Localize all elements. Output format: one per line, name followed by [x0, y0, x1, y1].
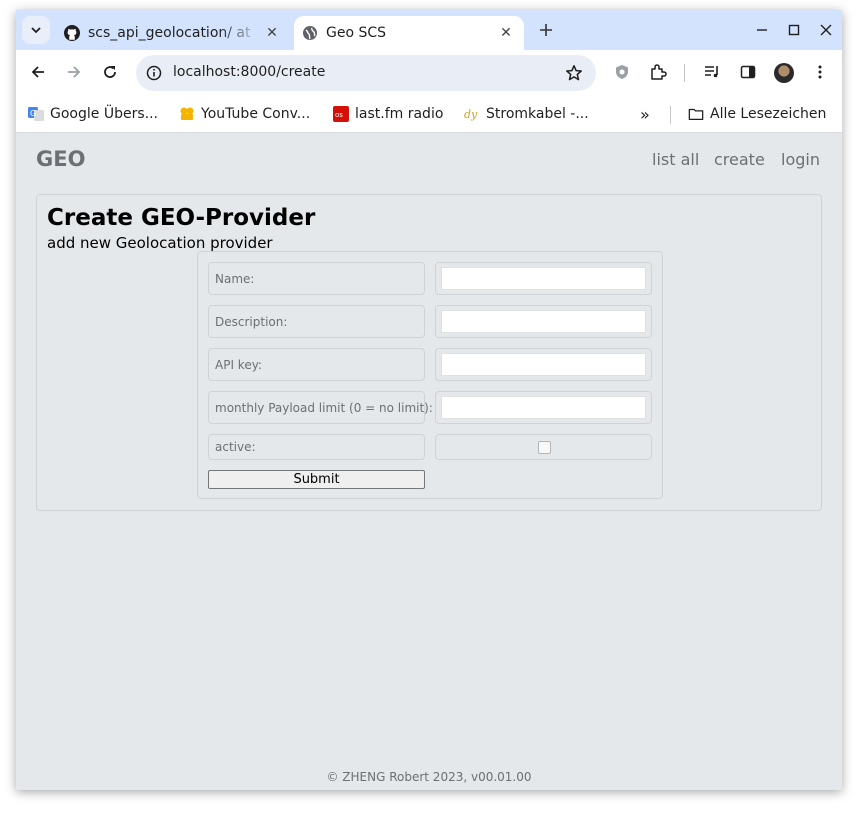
tab-search-button[interactable] — [22, 16, 50, 44]
more-vertical-icon — [818, 65, 822, 79]
tab-close-icon[interactable]: ✕ — [262, 23, 282, 43]
bookmarks-bar: G Google Übers... YouTube Conv... os las… — [16, 96, 842, 133]
profile-avatar[interactable] — [774, 63, 794, 83]
tab-geo-scs[interactable]: Geo SCS ✕ — [294, 16, 524, 50]
tab-title: Geo SCS — [326, 25, 387, 41]
active-label: active: — [208, 434, 425, 460]
site-info-icon[interactable] — [144, 63, 164, 83]
reload-button[interactable] — [100, 62, 120, 82]
name-input[interactable] — [441, 267, 646, 290]
music-queue-icon — [705, 66, 718, 78]
chevron-down-icon — [31, 27, 41, 34]
page-title: Create GEO-Provider — [47, 205, 316, 231]
maximize-icon — [788, 24, 800, 36]
submit-button[interactable]: Submit — [208, 470, 425, 489]
lastfm-icon: os — [333, 106, 349, 122]
active-checkbox[interactable] — [538, 441, 551, 454]
bookmark-youtube-converter[interactable]: YouTube Conv... — [179, 104, 310, 124]
payload-limit-input[interactable] — [441, 396, 646, 419]
description-input[interactable] — [441, 310, 646, 333]
folder-icon — [688, 106, 704, 122]
new-tab-button[interactable] — [536, 20, 556, 40]
toolbar-separator — [684, 64, 685, 82]
name-field-wrapper — [435, 262, 652, 295]
bookmarks-separator — [670, 106, 671, 124]
nav-link-list-all[interactable]: list all — [652, 150, 699, 169]
close-window-button[interactable] — [816, 20, 836, 40]
arrow-right-icon — [68, 66, 81, 78]
bookmarks-overflow-button[interactable]: » — [640, 104, 650, 124]
bookmark-google-translate[interactable]: G Google Übers... — [28, 104, 158, 124]
extensions-button[interactable] — [648, 62, 668, 82]
page-footer: © ZHENG Robert 2023, v00.01.00 — [326, 770, 532, 784]
youtube-converter-icon — [179, 106, 195, 122]
stromkabel-icon: dy — [464, 106, 480, 122]
svg-text:dy: dy — [464, 108, 478, 121]
all-bookmarks-button[interactable]: Alle Lesezeichen — [688, 104, 826, 124]
browser-window: scs_api_geolocation/ at ✕ Geo SCS ✕ loca… — [16, 10, 842, 790]
overflow-chevron-icon: » — [640, 104, 650, 124]
svg-text:G: G — [30, 109, 36, 118]
side-panel-button[interactable] — [738, 62, 758, 82]
tab-close-icon[interactable]: ✕ — [496, 23, 516, 43]
side-panel-icon — [740, 65, 756, 79]
shield-extension-button[interactable] — [612, 62, 632, 82]
bookmark-lastfm-radio[interactable]: os last.fm radio — [333, 104, 443, 124]
description-field-wrapper — [435, 305, 652, 338]
active-field-wrapper — [435, 434, 652, 460]
menu-button[interactable] — [810, 62, 830, 82]
api-key-input[interactable] — [441, 353, 646, 376]
svg-text:os: os — [335, 111, 343, 119]
api-key-field-wrapper — [435, 348, 652, 381]
payload-limit-label: monthly Payload limit (0 = no limit): — [208, 391, 433, 424]
google-translate-icon: G — [28, 106, 44, 122]
browser-toolbar: localhost:8000/create — [16, 50, 842, 96]
arrow-left-icon — [31, 66, 44, 78]
bookmark-stromkabel[interactable]: dy Stromkabel -... — [464, 104, 589, 124]
all-bookmarks-label: Alle Lesezeichen — [710, 106, 827, 122]
minimize-button[interactable] — [752, 20, 772, 40]
tab-strip: scs_api_geolocation/ at ✕ Geo SCS ✕ — [16, 10, 842, 50]
plus-icon — [540, 24, 552, 36]
nav-link-create[interactable]: create — [714, 150, 765, 169]
url-text[interactable]: localhost:8000/create — [173, 64, 325, 80]
create-provider-form: Name: Description: API key: monthly Payl… — [197, 251, 663, 499]
github-icon — [64, 25, 80, 41]
maximize-button[interactable] — [784, 20, 804, 40]
create-provider-card: Create GEO-Provider add new Geolocation … — [36, 194, 822, 511]
nav-link-login[interactable]: login — [781, 150, 820, 169]
bookmark-label: last.fm radio — [355, 106, 444, 122]
puzzle-icon — [651, 64, 667, 80]
bookmark-label: Google Übers... — [50, 106, 158, 122]
address-bar[interactable]: localhost:8000/create — [136, 55, 596, 91]
minimize-icon — [757, 29, 767, 31]
web-page: GEO list all create login Create GEO-Pro… — [16, 134, 842, 790]
site-brand[interactable]: GEO — [36, 147, 85, 171]
description-label: Description: — [208, 305, 425, 338]
tab-title: scs_api_geolocation/ at — [88, 25, 251, 41]
globe-icon — [302, 25, 318, 41]
bookmark-label: YouTube Conv... — [201, 106, 311, 122]
close-icon — [820, 24, 832, 36]
forward-button[interactable] — [64, 62, 84, 82]
tab-github[interactable]: scs_api_geolocation/ at ✕ — [56, 16, 290, 50]
name-label: Name: — [208, 262, 425, 295]
reload-icon — [104, 66, 116, 78]
media-control-button[interactable] — [702, 62, 722, 82]
bookmark-label: Stromkabel -... — [486, 106, 589, 122]
payload-limit-field-wrapper — [435, 391, 652, 424]
page-subtitle: add new Geolocation provider — [47, 234, 273, 252]
api-key-label: API key: — [208, 348, 425, 381]
bookmark-star-icon[interactable] — [564, 63, 584, 83]
back-button[interactable] — [28, 62, 48, 82]
shield-icon — [616, 65, 628, 79]
